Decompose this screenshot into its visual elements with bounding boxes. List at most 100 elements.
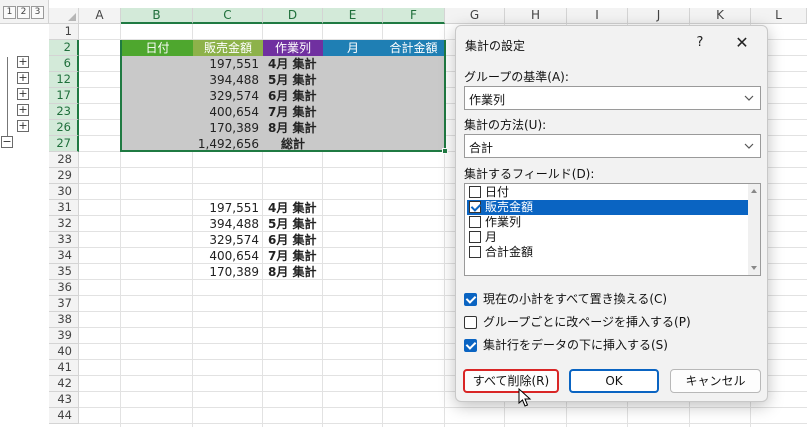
header-cell-date[interactable]: 日付	[122, 40, 193, 56]
field-checkbox[interactable]	[469, 201, 481, 213]
column-header-l[interactable]: L	[751, 8, 807, 24]
grand-total-label-cell[interactable]: 総計	[263, 136, 323, 152]
column-header-d[interactable]: D	[263, 8, 323, 24]
copied-label-cell[interactable]: 8月 集計	[268, 264, 323, 280]
row-header[interactable]: 31	[49, 200, 79, 216]
row-header[interactable]: 43	[49, 392, 79, 408]
row-header[interactable]: 34	[49, 248, 79, 264]
row-header[interactable]: 2	[49, 40, 79, 56]
fields-listbox[interactable]: 日付 販売金額 作業列 月 合計金額	[464, 183, 761, 276]
header-cell-work[interactable]: 作業列	[263, 40, 323, 56]
column-header-e[interactable]: E	[323, 8, 383, 24]
row-header[interactable]: 6	[49, 56, 79, 72]
subtotal-amount-cell[interactable]: 394,488	[193, 72, 259, 88]
row-header[interactable]: 38	[49, 312, 79, 328]
outline-level-2-button[interactable]: 2	[17, 6, 30, 19]
header-cell-total[interactable]: 合計金額	[383, 40, 444, 56]
select-all-corner[interactable]	[49, 8, 79, 24]
column-header-c[interactable]: C	[193, 8, 263, 24]
field-checkbox[interactable]	[469, 231, 481, 243]
row-header[interactable]: 39	[49, 328, 79, 344]
field-checkbox[interactable]	[469, 246, 481, 258]
copied-amount-cell[interactable]: 170,389	[193, 264, 259, 280]
close-button[interactable]: ✕	[733, 34, 751, 52]
column-header-i[interactable]: I	[567, 8, 628, 24]
field-checkbox[interactable]	[469, 186, 481, 198]
column-header-f[interactable]: F	[383, 8, 445, 24]
outline-group-line	[7, 57, 8, 143]
column-header-h[interactable]: H	[505, 8, 567, 24]
expand-group-button[interactable]: +	[17, 56, 29, 68]
column-header-b[interactable]: B	[121, 8, 193, 24]
field-item-date[interactable]: 日付	[467, 185, 749, 200]
remove-all-button[interactable]: すべて削除(R)	[463, 369, 559, 393]
expand-group-button[interactable]: +	[17, 104, 29, 116]
row-header[interactable]: 41	[49, 360, 79, 376]
expand-group-button[interactable]: +	[17, 72, 29, 84]
column-header-g[interactable]: G	[445, 8, 505, 24]
row-header[interactable]: 36	[49, 280, 79, 296]
field-checkbox[interactable]	[469, 216, 481, 228]
summary-below-checkbox[interactable]	[464, 339, 477, 352]
page-break-checkbox[interactable]	[464, 316, 477, 329]
row-header[interactable]: 37	[49, 296, 79, 312]
outline-level-1-button[interactable]: 1	[3, 6, 16, 19]
row-header[interactable]: 33	[49, 232, 79, 248]
subtotal-label-cell[interactable]: 4月 集計	[268, 56, 323, 72]
function-dropdown[interactable]: 合計	[464, 134, 761, 158]
subtotal-amount-cell[interactable]: 197,551	[193, 56, 259, 72]
copied-amount-cell[interactable]: 394,488	[193, 216, 259, 232]
row-header[interactable]: 23	[49, 104, 79, 120]
copied-label-cell[interactable]: 5月 集計	[268, 216, 323, 232]
row-header[interactable]: 30	[49, 184, 79, 200]
scroll-down-icon[interactable]	[751, 266, 757, 270]
scroll-up-icon[interactable]	[751, 189, 757, 193]
fill-handle[interactable]	[442, 148, 448, 154]
fields-scrollbar[interactable]	[748, 184, 760, 275]
column-header-j[interactable]: J	[628, 8, 690, 24]
copied-label-cell[interactable]: 6月 集計	[268, 232, 323, 248]
copied-label-cell[interactable]: 7月 集計	[268, 248, 323, 264]
row-header[interactable]: 44	[49, 408, 79, 424]
ok-button[interactable]: OK	[569, 369, 659, 393]
row-header[interactable]: 29	[49, 168, 79, 184]
help-button[interactable]: ?	[693, 34, 707, 52]
field-item-work[interactable]: 作業列	[467, 215, 749, 230]
copied-label-cell[interactable]: 4月 集計	[268, 200, 323, 216]
expand-group-button[interactable]: +	[17, 120, 29, 132]
copied-amount-cell[interactable]: 197,551	[193, 200, 259, 216]
column-header-a[interactable]: A	[79, 8, 121, 24]
row-header[interactable]: 40	[49, 344, 79, 360]
row-header[interactable]: 17	[49, 88, 79, 104]
header-cell-sales[interactable]: 販売金額	[193, 40, 263, 56]
field-item-total[interactable]: 合計金額	[467, 245, 749, 260]
grand-total-amount-cell[interactable]: 1,492,656	[193, 136, 259, 152]
copied-amount-cell[interactable]: 329,574	[193, 232, 259, 248]
replace-current-checkbox[interactable]	[464, 293, 477, 306]
subtotal-label-cell[interactable]: 6月 集計	[268, 88, 323, 104]
row-header[interactable]: 1	[49, 24, 79, 40]
outline-level-3-button[interactable]: 3	[31, 6, 44, 19]
column-header-k[interactable]: K	[690, 8, 751, 24]
row-header[interactable]: 32	[49, 216, 79, 232]
expand-group-button[interactable]: +	[17, 88, 29, 100]
field-item-month[interactable]: 月	[467, 230, 749, 245]
header-cell-month[interactable]: 月	[323, 40, 383, 56]
cancel-button[interactable]: キャンセル	[670, 369, 761, 393]
row-header[interactable]: 26	[49, 120, 79, 136]
row-header[interactable]: 35	[49, 264, 79, 280]
subtotal-label-cell[interactable]: 8月 集計	[268, 120, 323, 136]
subtotal-label-cell[interactable]: 7月 集計	[268, 104, 323, 120]
copied-amount-cell[interactable]: 400,654	[193, 248, 259, 264]
row-header[interactable]: 12	[49, 72, 79, 88]
subtotal-amount-cell[interactable]: 400,654	[193, 104, 259, 120]
group-by-dropdown[interactable]: 作業列	[464, 86, 761, 110]
subtotal-label-cell[interactable]: 5月 集計	[268, 72, 323, 88]
collapse-group-button[interactable]: −	[1, 136, 13, 148]
row-header[interactable]: 28	[49, 152, 79, 168]
subtotal-amount-cell[interactable]: 170,389	[193, 120, 259, 136]
subtotal-amount-cell[interactable]: 329,574	[193, 88, 259, 104]
field-item-sales[interactable]: 販売金額	[467, 200, 749, 215]
row-header[interactable]: 42	[49, 376, 79, 392]
row-header[interactable]: 27	[49, 136, 79, 152]
